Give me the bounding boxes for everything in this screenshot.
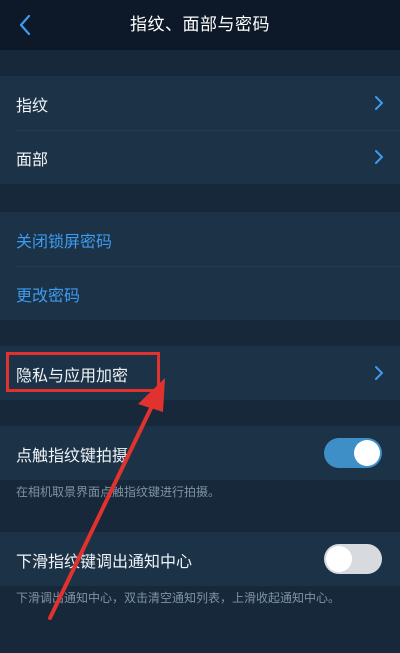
swipe-notification-toggle[interactable] <box>324 544 382 574</box>
touch-capture-label: 点触指纹键拍摄 <box>16 446 129 465</box>
touch-capture-row: 点触指纹键拍摄 <box>0 426 400 480</box>
face-row[interactable]: 面部 <box>0 130 400 184</box>
section-gap <box>0 184 400 212</box>
chevron-right-icon <box>375 150 383 164</box>
disable-lock-password-row[interactable]: 关闭锁屏密码 <box>0 212 400 266</box>
fingerprint-row[interactable]: 指纹 <box>0 76 400 130</box>
face-label: 面部 <box>16 150 49 169</box>
swipe-notification-group: 下滑指纹键调出通知中心 <box>0 532 400 586</box>
section-gap <box>0 320 400 346</box>
password-group: 关闭锁屏密码 更改密码 <box>0 212 400 320</box>
section-gap <box>0 50 400 76</box>
fingerprint-label: 指纹 <box>16 96 49 115</box>
highlight-box <box>6 352 160 392</box>
touch-capture-group: 点触指纹键拍摄 <box>0 426 400 480</box>
disable-lock-password-label: 关闭锁屏密码 <box>16 232 113 251</box>
chevron-right-icon <box>375 96 383 110</box>
settings-screen: 指纹、面部与密码 指纹 面部 关闭锁屏密码 更改密码 隐私与应用加密 点触指纹键… <box>0 0 400 653</box>
page-title: 指纹、面部与密码 <box>130 15 270 35</box>
section-gap <box>0 400 400 426</box>
top-bar: 指纹、面部与密码 <box>0 0 400 50</box>
toggle-knob <box>354 440 380 466</box>
chevron-right-icon <box>375 366 383 380</box>
touch-capture-toggle[interactable] <box>324 438 382 468</box>
change-password-row[interactable]: 更改密码 <box>0 266 400 320</box>
swipe-notification-label: 下滑指纹键调出通知中心 <box>16 552 193 571</box>
swipe-notification-row: 下滑指纹键调出通知中心 <box>0 532 400 586</box>
toggle-knob <box>326 546 352 572</box>
change-password-label: 更改密码 <box>16 286 81 305</box>
touch-capture-description: 在相机取景界面点触指纹键进行拍摄。 <box>16 485 221 499</box>
swipe-notification-description: 下滑调出通知中心，双击清空通知列表，上滑收起通知中心。 <box>16 591 341 605</box>
biometrics-group: 指纹 面部 <box>0 76 400 184</box>
